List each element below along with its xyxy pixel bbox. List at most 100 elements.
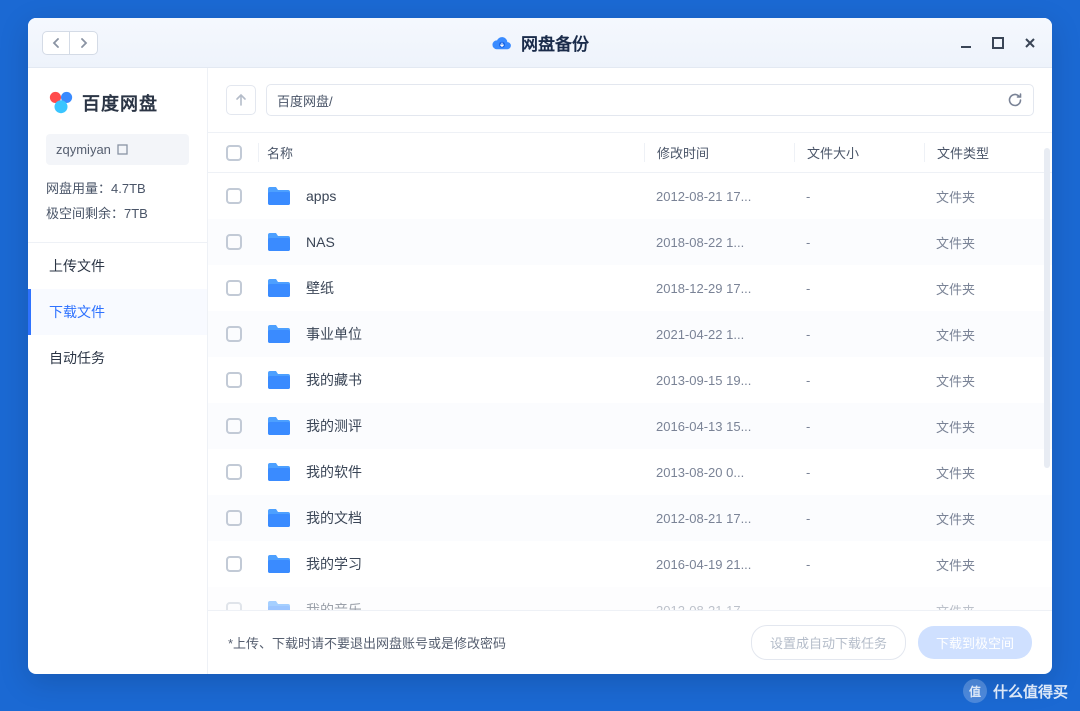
file-size: - <box>794 465 924 480</box>
table-row[interactable]: 我的软件 2013-08-20 0...-文件夹 <box>208 449 1052 495</box>
user-box[interactable]: zqymiyan <box>46 134 189 165</box>
nav-auto[interactable]: 自动任务 <box>28 335 207 381</box>
table-row[interactable]: 我的文档2012-08-21 17...-文件夹 <box>208 495 1052 541</box>
file-type: 文件夹 <box>924 233 1034 252</box>
row-checkbox[interactable] <box>226 326 242 342</box>
title-text: 网盘备份 <box>521 30 589 55</box>
file-type: 文件夹 <box>924 509 1034 528</box>
usage-info: 网盘用量：4.7TB 极空间剩余：7TB <box>28 177 207 242</box>
up-button[interactable] <box>226 85 256 115</box>
file-date: 2012-08-21 17... <box>644 189 794 204</box>
close-button[interactable] <box>1022 35 1038 51</box>
watermark: 值 什么值得买 <box>963 679 1068 703</box>
file-size: - <box>794 511 924 526</box>
header-size[interactable]: 文件大小 <box>794 143 924 162</box>
table-row[interactable]: 我的音乐 2012-08-21 17...-文件夹 <box>208 587 1052 610</box>
download-button[interactable]: 下载到极空间 <box>918 626 1032 659</box>
file-size: - <box>794 189 924 204</box>
folder-icon <box>266 507 292 529</box>
file-date: 2018-08-22 1... <box>644 235 794 250</box>
app-window: 网盘备份 百度网盘 zqymiyan 网盘用量：4.7TB 极空间剩余：7TB … <box>28 18 1052 674</box>
folder-icon <box>266 461 292 483</box>
window-title: 网盘备份 <box>491 30 589 55</box>
file-name: apps <box>306 188 336 204</box>
baidu-pan-logo-icon <box>46 90 76 116</box>
folder-icon <box>266 323 292 345</box>
row-checkbox[interactable] <box>226 556 242 572</box>
file-size: - <box>794 419 924 434</box>
file-name: NAS <box>306 234 335 250</box>
file-name: 我的藏书 <box>306 370 362 390</box>
row-checkbox[interactable] <box>226 234 242 250</box>
file-date: 2013-08-20 0... <box>644 465 794 480</box>
row-checkbox[interactable] <box>226 372 242 388</box>
table-row[interactable]: 我的测评2016-04-13 15...-文件夹 <box>208 403 1052 449</box>
file-type: 文件夹 <box>924 463 1034 482</box>
path-text: 百度网盘/ <box>277 91 333 110</box>
file-name: 我的测评 <box>306 416 362 436</box>
file-type: 文件夹 <box>924 279 1034 298</box>
forward-button[interactable] <box>70 31 98 55</box>
row-checkbox[interactable] <box>226 280 242 296</box>
file-name: 事业单位 <box>306 324 362 344</box>
file-size: - <box>794 235 924 250</box>
file-date: 2012-08-21 17... <box>644 511 794 526</box>
folder-icon <box>266 231 292 253</box>
table-row[interactable]: apps 2012-08-21 17...-文件夹 <box>208 173 1052 219</box>
select-all-checkbox[interactable] <box>226 145 242 161</box>
row-checkbox[interactable] <box>226 510 242 526</box>
nav-history <box>42 31 98 55</box>
sidebar: 百度网盘 zqymiyan 网盘用量：4.7TB 极空间剩余：7TB 上传文件 … <box>28 68 208 674</box>
watermark-text: 什么值得买 <box>993 681 1068 702</box>
table-row[interactable]: 事业单位2021-04-22 1...-文件夹 <box>208 311 1052 357</box>
path-input[interactable]: 百度网盘/ <box>266 84 1034 116</box>
file-rows[interactable]: apps2012-08-21 17...-文件夹NAS2018-08-22 1.… <box>208 173 1052 610</box>
logo: 百度网盘 <box>28 90 207 134</box>
table-row[interactable]: NAS 2018-08-22 1...-文件夹 <box>208 219 1052 265</box>
file-size: - <box>794 281 924 296</box>
file-size: - <box>794 603 924 611</box>
folder-icon <box>266 415 292 437</box>
row-checkbox[interactable] <box>226 602 242 610</box>
nav-list: 上传文件 下载文件 自动任务 <box>28 242 207 381</box>
back-button[interactable] <box>42 31 70 55</box>
file-date: 2012-08-21 17... <box>644 603 794 611</box>
file-type: 文件夹 <box>924 187 1034 206</box>
exit-icon <box>117 144 128 155</box>
nav-upload[interactable]: 上传文件 <box>28 243 207 289</box>
nav-download[interactable]: 下载文件 <box>28 289 207 335</box>
refresh-icon[interactable] <box>1007 92 1023 108</box>
file-date: 2016-04-19 21... <box>644 557 794 572</box>
row-checkbox[interactable] <box>226 464 242 480</box>
folder-icon <box>266 185 292 207</box>
set-auto-button[interactable]: 设置成自动下载任务 <box>751 625 906 660</box>
scrollbar[interactable] <box>1044 148 1050 468</box>
row-checkbox[interactable] <box>226 418 242 434</box>
footer: *上传、下载时请不要退出网盘账号或是修改密码 设置成自动下载任务 下载到极空间 <box>208 610 1052 674</box>
cloud-icon <box>491 35 513 51</box>
path-row: 百度网盘/ <box>208 68 1052 132</box>
maximize-button[interactable] <box>990 35 1006 51</box>
titlebar: 网盘备份 <box>28 18 1052 68</box>
table-row[interactable]: 壁纸2018-12-29 17...-文件夹 <box>208 265 1052 311</box>
table-row[interactable]: 我的藏书2013-09-15 19...-文件夹 <box>208 357 1052 403</box>
file-size: - <box>794 373 924 388</box>
table-header: 名称 修改时间 文件大小 文件类型 <box>208 132 1052 173</box>
row-checkbox[interactable] <box>226 188 242 204</box>
file-type: 文件夹 <box>924 417 1034 436</box>
table-row[interactable]: 我的学习2016-04-19 21...-文件夹 <box>208 541 1052 587</box>
header-date[interactable]: 修改时间 <box>644 143 794 162</box>
folder-icon <box>266 277 292 299</box>
file-type: 文件夹 <box>924 601 1034 611</box>
watermark-badge: 值 <box>963 679 987 703</box>
file-name: 我的软件 <box>306 462 362 482</box>
file-type: 文件夹 <box>924 555 1034 574</box>
header-type[interactable]: 文件类型 <box>924 143 1034 162</box>
minimize-button[interactable] <box>958 35 974 51</box>
file-name: 我的音乐 <box>306 600 362 610</box>
username: zqymiyan <box>56 142 111 157</box>
file-size: - <box>794 327 924 342</box>
folder-icon <box>266 369 292 391</box>
file-name: 壁纸 <box>306 278 334 298</box>
header-name[interactable]: 名称 <box>258 143 644 162</box>
